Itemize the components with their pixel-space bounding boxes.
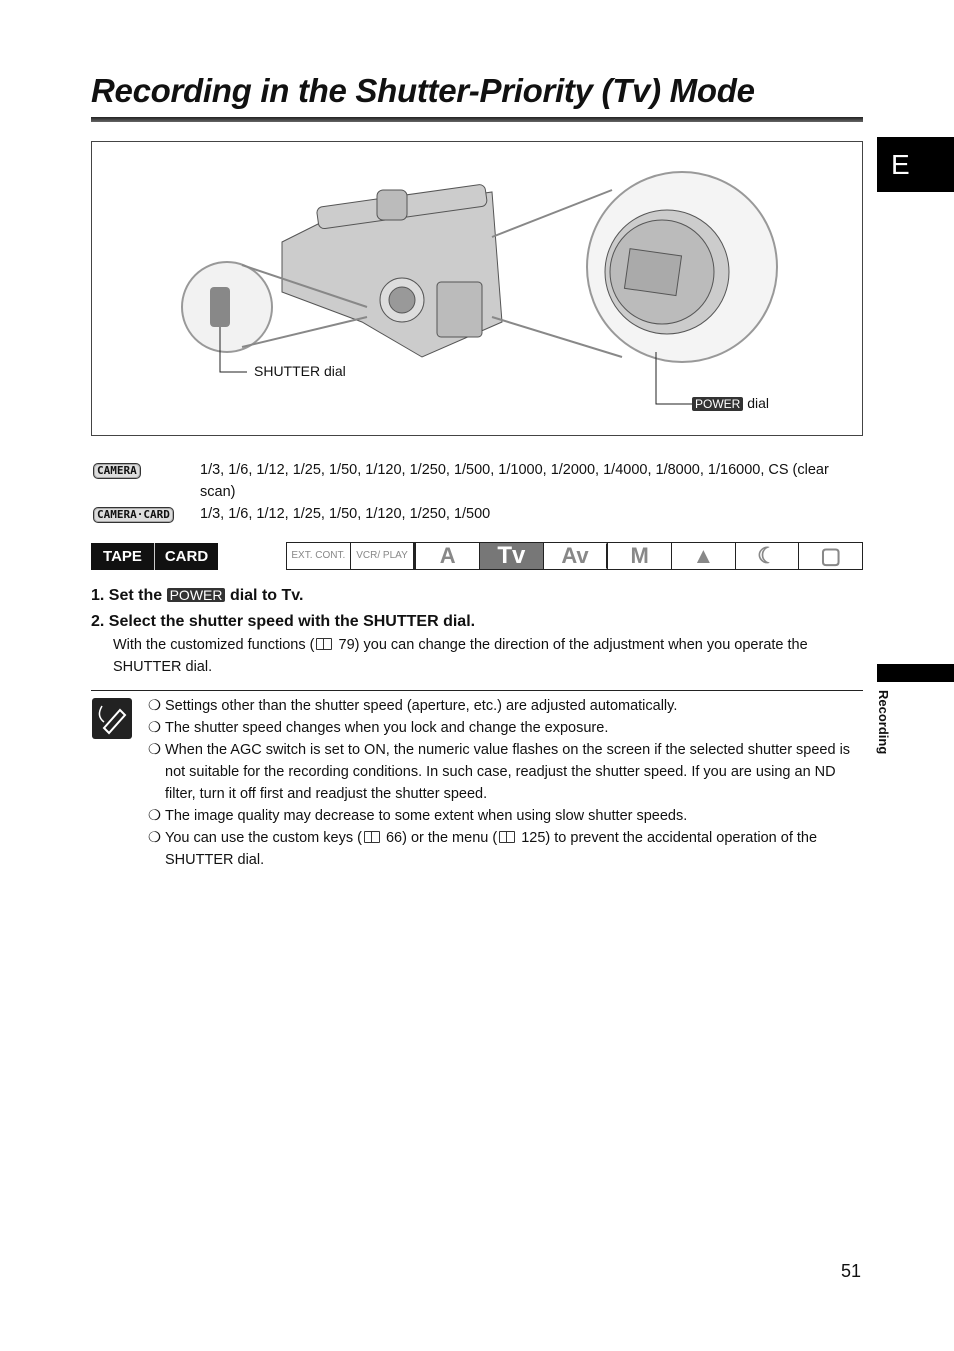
camera-card-speed-values: 1/3, 1/6, 1/12, 1/25, 1/50, 1/120, 1/250… xyxy=(200,506,491,522)
power-badge: POWER xyxy=(692,397,744,411)
step-text: dial to Tv. xyxy=(229,587,304,604)
bullet-icon: ❍ xyxy=(148,720,161,736)
dial-custom-icon: ▢ xyxy=(820,543,842,568)
dial-spotlight-icon: ▲ xyxy=(672,543,736,569)
power-dial-label: POWER dial xyxy=(692,395,769,411)
camera-speed-values: 1/3, 1/6, 1/12, 1/25, 1/50, 1/120, 1/250… xyxy=(200,462,829,500)
book-icon xyxy=(316,638,333,650)
notes-list: ❍ Settings other than the shutter speed (… xyxy=(148,695,863,871)
power-dial-positions: EXT. CONT. VCR/ PLAY A Tv Av M ▲ ☾ ▢ xyxy=(286,542,863,570)
dial-tv-selected: Tv xyxy=(480,543,544,569)
dial-auto: A xyxy=(414,543,481,569)
note-text: 66) or the menu ( xyxy=(381,830,498,846)
note-item: ❍ The image quality may decrease to some … xyxy=(148,805,863,827)
book-icon xyxy=(499,831,516,843)
page-number: 51 xyxy=(841,1261,862,1281)
shutter-dial-label: SHUTTER dial xyxy=(254,363,346,379)
note-text: The image quality may decrease to some e… xyxy=(165,808,688,824)
bullet-icon: ❍ xyxy=(148,742,161,758)
media-card: CARD xyxy=(154,543,218,570)
section-label: Recording xyxy=(876,690,891,755)
book-icon xyxy=(363,831,380,843)
bullet-icon: ❍ xyxy=(148,698,161,714)
step-text: Select the shutter speed with the SHUTTE… xyxy=(108,613,476,630)
language-tab: E xyxy=(877,137,954,192)
dial-ext-cont: EXT. CONT. xyxy=(287,543,351,569)
note-text: The shutter speed changes when you lock … xyxy=(165,720,609,736)
camcorder-drawing xyxy=(181,171,778,405)
step-number: 2. xyxy=(91,613,105,630)
note-item: ❍ Settings other than the shutter speed (… xyxy=(148,695,863,717)
dial-av: Av xyxy=(543,543,608,569)
step-1: 1. Set the POWER dial to Tv. xyxy=(91,587,303,605)
step-2: 2. Select the shutter speed with the SHU… xyxy=(91,613,475,631)
step-number: 1. xyxy=(91,587,105,604)
power-badge: POWER xyxy=(166,588,226,602)
step-text: Set the xyxy=(108,587,163,604)
bullet-icon: ❍ xyxy=(148,830,161,846)
bullet-icon: ❍ xyxy=(148,808,161,824)
pencil-note-icon xyxy=(92,698,132,739)
note-item: ❍ You can use the custom keys ( 66) or th… xyxy=(148,827,863,871)
note-text: When the AGC switch is set to ON, the nu… xyxy=(165,742,851,802)
camera-illustration: SHUTTER dial POWER dial xyxy=(91,141,863,436)
media-tape: TAPE xyxy=(103,548,142,565)
dial-night-icon: ☾ xyxy=(736,543,800,569)
note-item: ❍ When the AGC switch is set to ON, the n… xyxy=(148,739,863,805)
dial-vcr-play: VCR/ PLAY xyxy=(351,543,415,569)
notes-divider xyxy=(91,690,863,691)
desc-text: With the customized functions ( xyxy=(113,637,315,653)
camera-mode-badge: CAMERA xyxy=(93,463,141,479)
camera-card-mode-badge: CAMERA·CARD xyxy=(93,507,174,523)
title-underline xyxy=(91,117,863,122)
section-tab xyxy=(877,664,954,682)
note-item: ❍ The shutter speed changes when you lock… xyxy=(148,717,863,739)
power-dial-suffix: dial xyxy=(747,395,770,411)
note-text: You can use the custom keys ( xyxy=(165,830,362,846)
step-2-description: With the customized functions ( 79) you … xyxy=(113,634,858,678)
media-indicator: TAPE CARD xyxy=(91,543,218,570)
note-text: Settings other than the shutter speed (a… xyxy=(165,698,678,714)
dial-manual: M xyxy=(607,543,673,569)
page-title: Recording in the Shutter-Priority (Tv) M… xyxy=(91,72,755,109)
